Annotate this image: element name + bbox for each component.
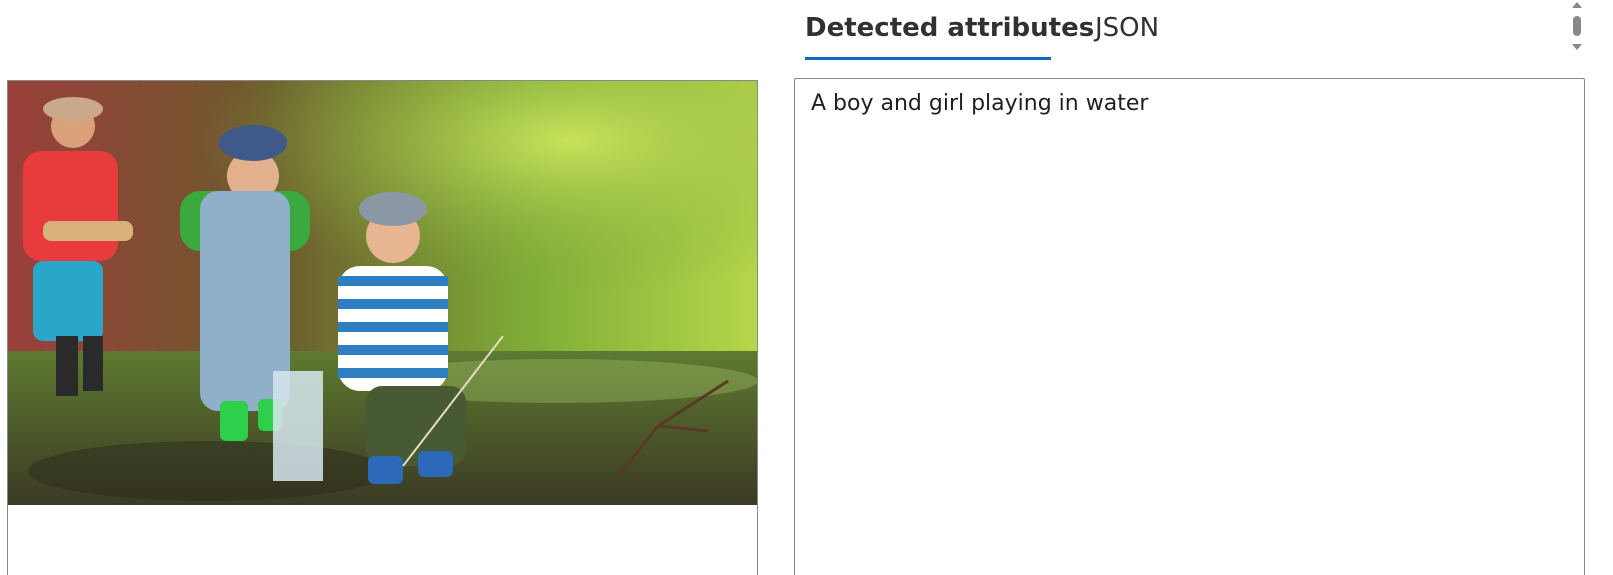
detected-attributes-panel: A boy and girl playing in water: [794, 78, 1585, 575]
caret-down-icon[interactable]: [1572, 44, 1582, 50]
caption-text: A boy and girl playing in water: [811, 91, 1149, 116]
scrollbar-thumb[interactable]: [1573, 16, 1581, 36]
preview-photo: [8, 81, 757, 505]
scrollbar[interactable]: [1567, 0, 1587, 60]
tab-json[interactable]: JSON: [1095, 0, 1159, 60]
caret-up-icon[interactable]: [1572, 2, 1582, 8]
image-preview-panel: [7, 80, 758, 575]
tab-detected-attributes[interactable]: Detected attributes: [805, 0, 1094, 60]
